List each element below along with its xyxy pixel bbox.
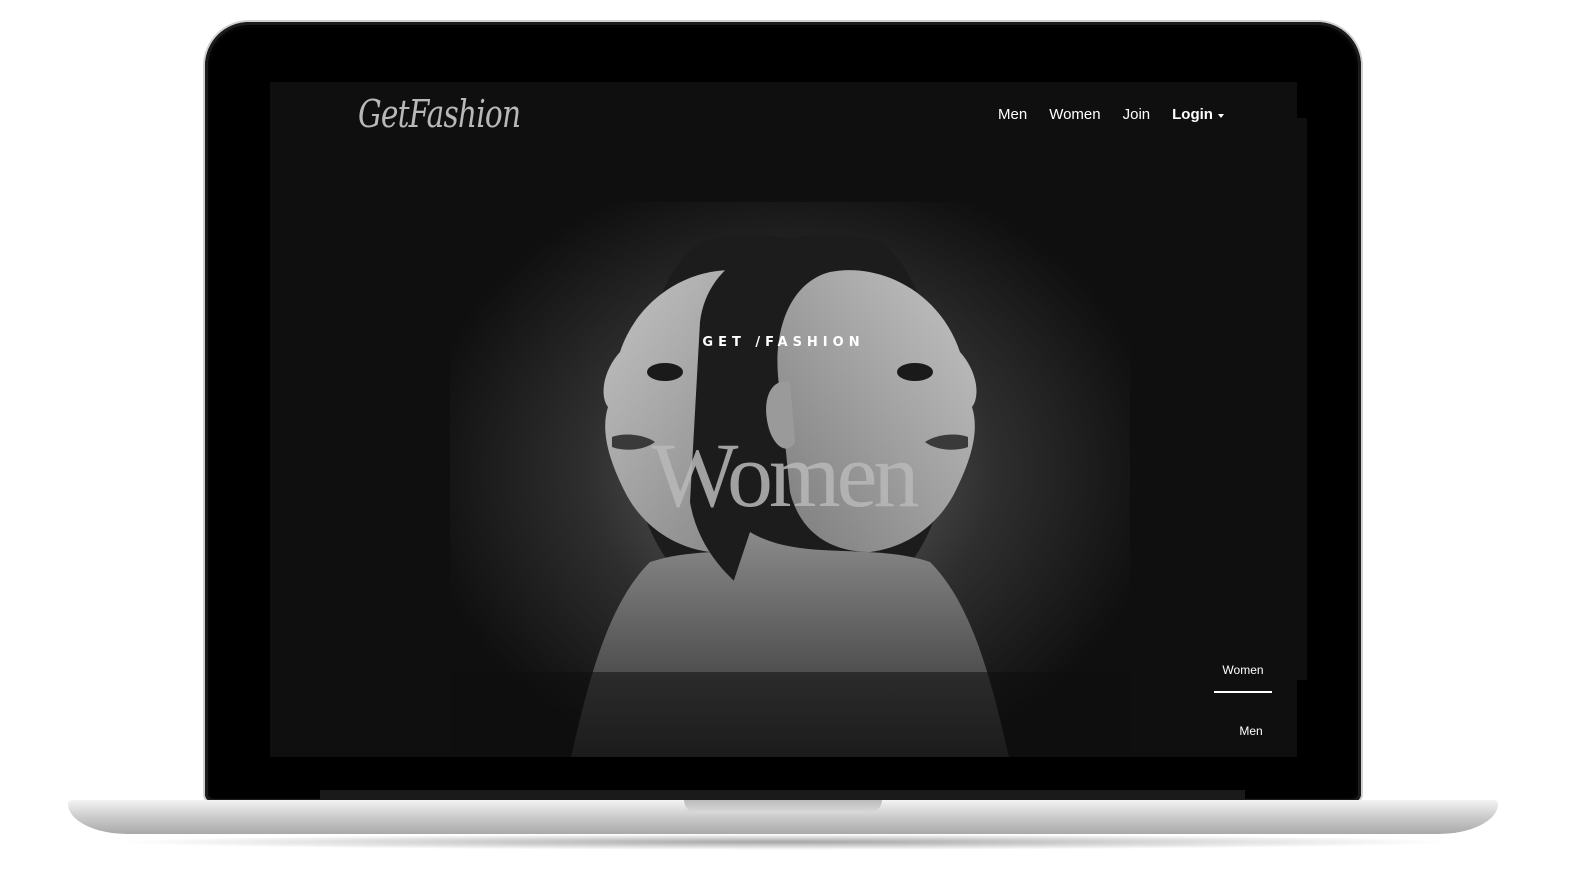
laptop-notch [684,800,882,813]
laptop-shadow [110,834,1460,850]
main-nav: Men Women Join Login [998,106,1224,123]
nav-item-men[interactable]: Men [998,106,1027,123]
laptop-mockup: GetFashion Men Women Join Login GET /FAS… [0,0,1580,889]
website-screen: GetFashion Men Women Join Login GET /FAS… [270,82,1297,757]
site-logo[interactable]: GetFashion [358,92,521,136]
login-label: Login [1172,106,1213,123]
hero-title: Women [651,424,920,526]
nav-item-women[interactable]: Women [1049,106,1100,123]
login-dropdown[interactable]: Login [1172,106,1224,123]
slide-tab-women[interactable]: Women [1214,663,1272,677]
caret-down-icon [1217,113,1224,118]
active-tab-indicator [1214,691,1272,693]
slide-tab-men[interactable]: Men [1222,724,1280,738]
nav-item-join[interactable]: Join [1123,106,1151,123]
hero-fade [450,672,1130,757]
hero-eyebrow: GET /FASHION [702,335,865,350]
screen-edge [1297,118,1307,680]
